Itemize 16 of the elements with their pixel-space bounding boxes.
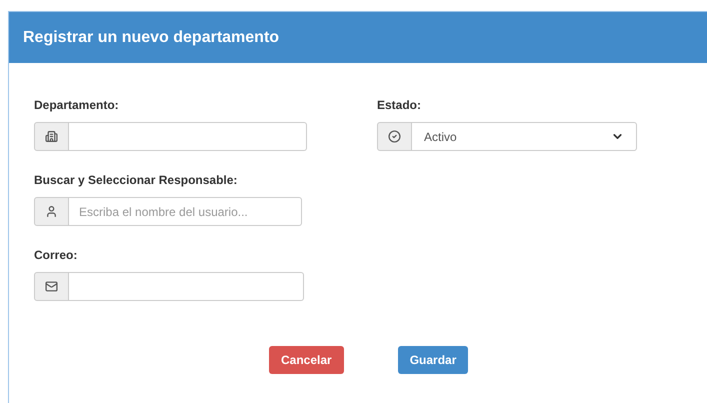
- field-label: Estado:: [377, 97, 422, 114]
- check-circle-icon: [388, 130, 401, 143]
- field-label: Buscar y Seleccionar Responsable:: [34, 172, 238, 189]
- dialog-title: Registrar un nuevo departamento: [23, 28, 280, 48]
- user-icon: [45, 205, 58, 218]
- text-field[interactable]: [69, 272, 304, 301]
- field-label: Correo:: [34, 247, 78, 264]
- building-icon: [45, 130, 58, 143]
- dialog-button[interactable]: Cancelar: [269, 346, 344, 374]
- text-field[interactable]: Escriba el nombre del usuario...: [69, 197, 302, 226]
- select-field[interactable]: Activo: [412, 122, 637, 151]
- dialog-button[interactable]: Guardar: [398, 346, 468, 374]
- field-label: Departamento:: [34, 97, 120, 114]
- text-field[interactable]: [69, 122, 307, 151]
- envelope-icon: [45, 280, 58, 293]
- select-value: Activo: [424, 128, 457, 146]
